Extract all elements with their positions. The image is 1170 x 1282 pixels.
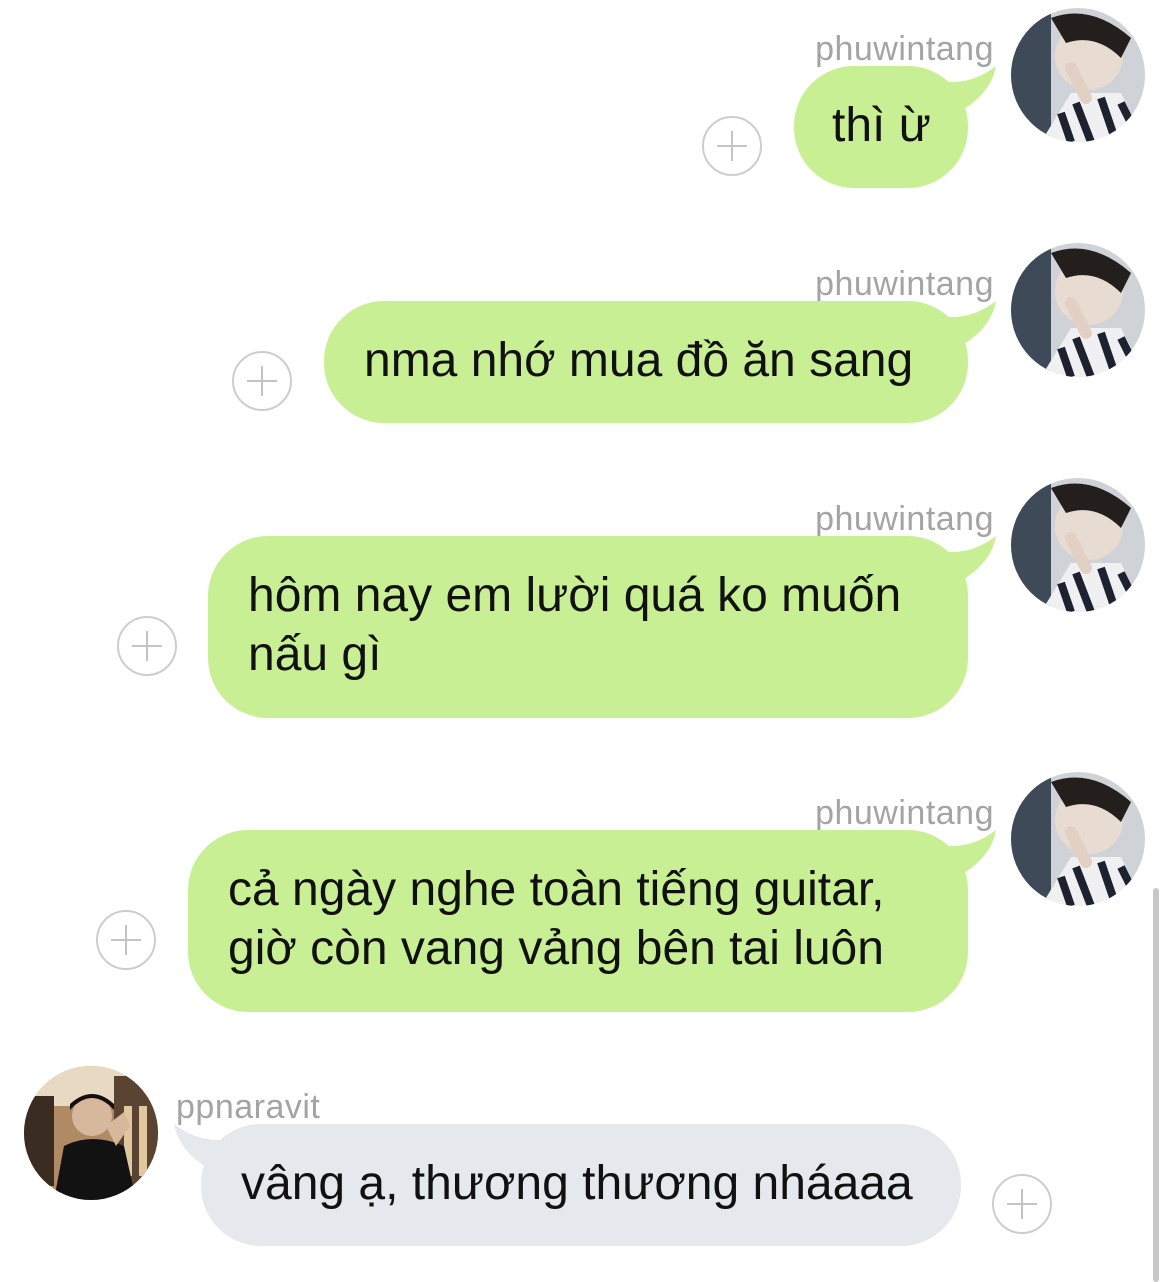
- message-bubble[interactable]: nma nhớ mua đồ ăn sang: [324, 301, 968, 423]
- message-text-line: nma nhớ mua đồ ăn sang: [364, 334, 914, 387]
- message-text-line: cả ngày nghe toàn tiếng guitar,: [228, 863, 885, 916]
- message-username: phuwintang: [815, 30, 994, 68]
- chat-message: phuwintang thì ừ: [0, 8, 1170, 210]
- message-bubble[interactable]: hôm nay em lười quá ko muốn nấu gì: [208, 536, 968, 718]
- scrollbar[interactable]: [1153, 888, 1159, 1282]
- chat-message: ppnaravit vâng ạ, thương thương nháaaa: [0, 1066, 1170, 1282]
- user-avatar[interactable]: [1011, 8, 1145, 142]
- add-reaction-icon[interactable]: [96, 910, 156, 970]
- message-text-line: nấu gì: [248, 628, 382, 681]
- user-avatar[interactable]: [24, 1066, 158, 1200]
- chat-message: phuwintang hôm nay em lười quá ko muốn n…: [0, 478, 1170, 740]
- message-username: ppnaravit: [176, 1088, 321, 1126]
- user-avatar[interactable]: [1011, 772, 1145, 906]
- add-reaction-icon[interactable]: [117, 616, 177, 676]
- message-text-line: vâng ạ, thương thương nháaaa: [241, 1157, 913, 1210]
- user-avatar[interactable]: [1011, 478, 1145, 612]
- add-reaction-icon[interactable]: [232, 351, 292, 411]
- message-text-line: hôm nay em lười quá ko muốn: [248, 569, 902, 622]
- message-bubble[interactable]: cả ngày nghe toàn tiếng guitar, giờ còn …: [188, 830, 968, 1012]
- message-bubble[interactable]: thì ừ: [794, 66, 968, 188]
- chat-message: phuwintang nma nhớ mua đồ ăn sang: [0, 243, 1170, 445]
- add-reaction-icon[interactable]: [702, 116, 762, 176]
- message-username: phuwintang: [815, 794, 994, 832]
- message-bubble[interactable]: vâng ạ, thương thương nháaaa: [201, 1124, 961, 1246]
- message-text-line: thì ừ: [832, 99, 931, 152]
- message-text-line: giờ còn vang vảng bên tai luôn: [228, 922, 884, 975]
- chat-message: phuwintang cả ngày nghe toàn tiếng guita…: [0, 772, 1170, 1034]
- message-username: phuwintang: [815, 500, 994, 538]
- add-reaction-icon[interactable]: [992, 1174, 1052, 1234]
- message-username: phuwintang: [815, 265, 994, 303]
- user-avatar[interactable]: [1011, 243, 1145, 377]
